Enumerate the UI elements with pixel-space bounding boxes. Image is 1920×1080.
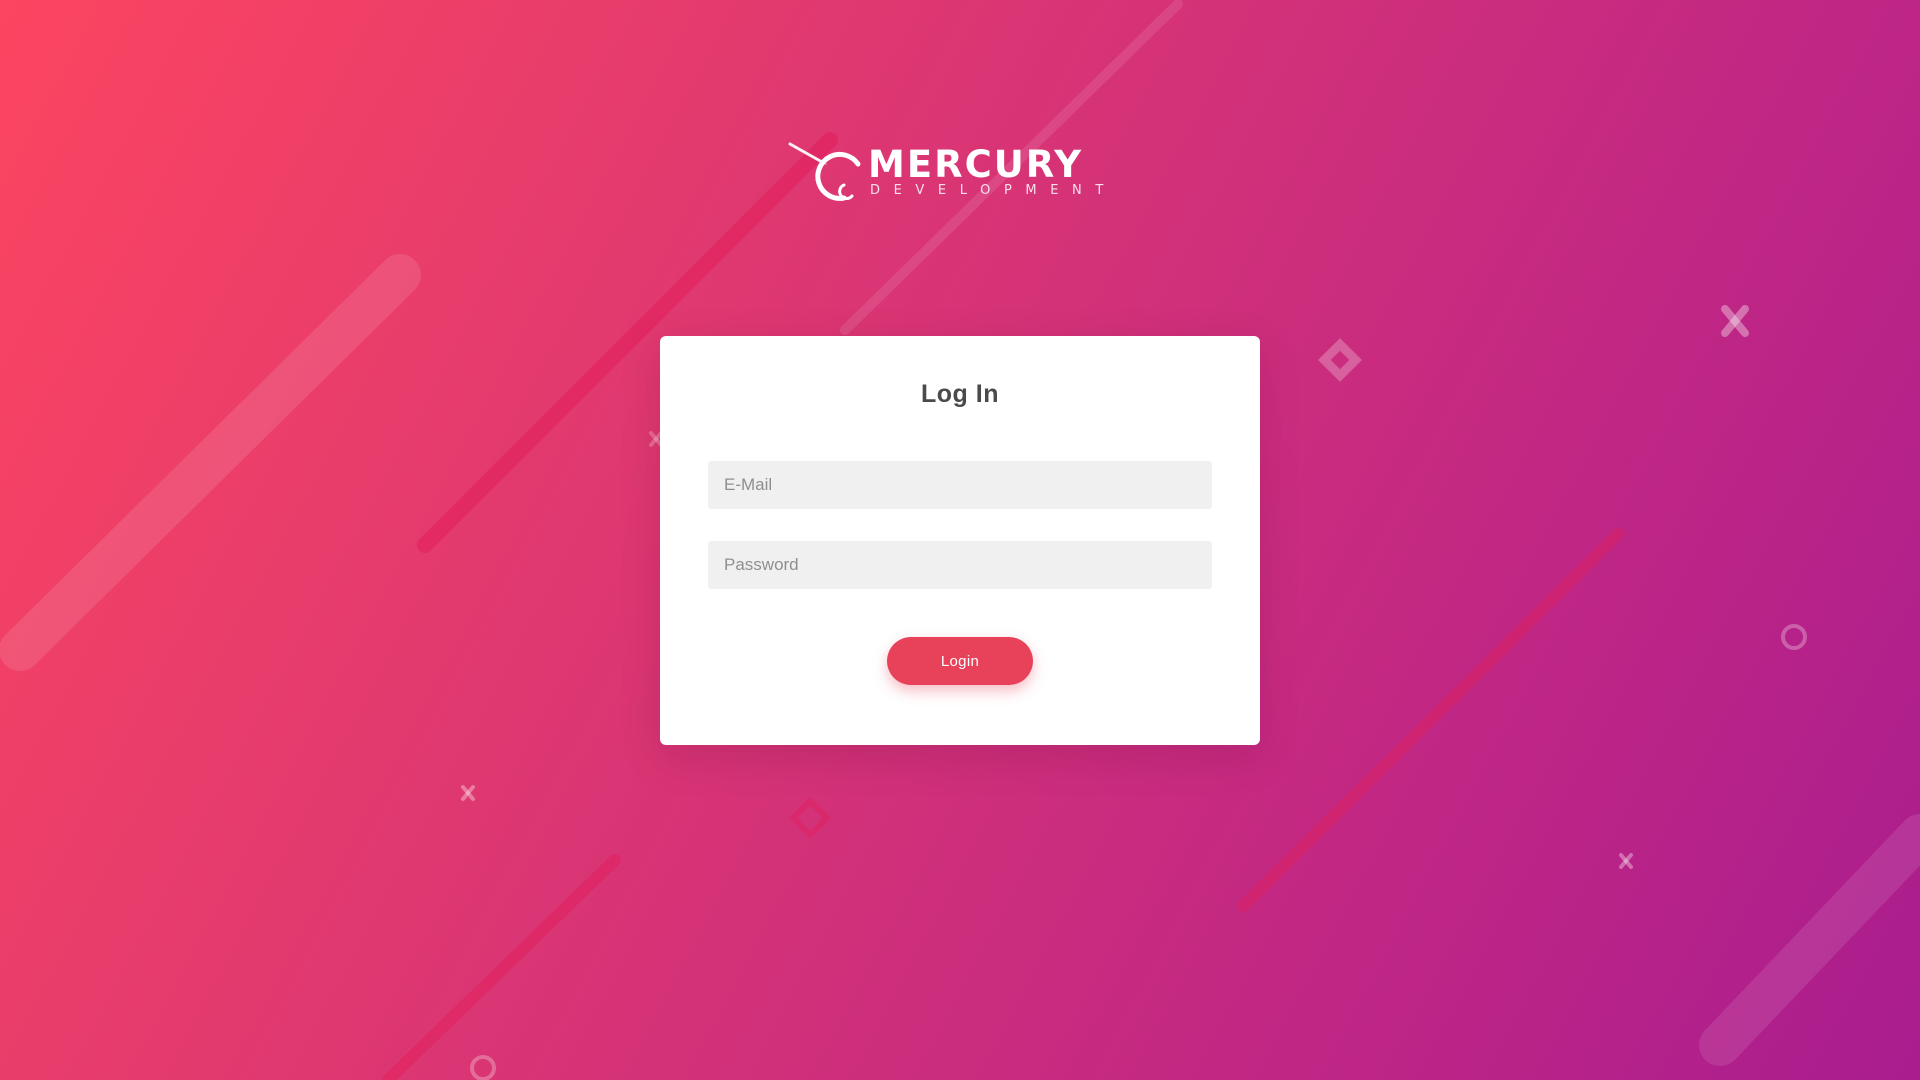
background-stripe — [1237, 528, 1624, 912]
background-stripe — [1699, 814, 1920, 1066]
background-stripe — [0, 254, 421, 671]
ring-icon — [1781, 624, 1807, 650]
diamond-icon — [788, 796, 832, 840]
ring-icon — [470, 1055, 496, 1080]
login-button[interactable]: Login — [887, 637, 1033, 685]
x-mark-icon — [461, 785, 475, 801]
brand-tagline: DEVELOPMENT — [870, 183, 1117, 198]
page-title: Log In — [921, 380, 999, 408]
login-card: Log In Login — [660, 336, 1260, 745]
email-field[interactable] — [708, 461, 1212, 509]
x-mark-icon — [1721, 305, 1749, 337]
diamond-icon — [1318, 338, 1362, 382]
background-stripe — [382, 854, 621, 1080]
brand-logo: MERCURY DEVELOPMENT — [786, 140, 1106, 208]
planet-ring-logo-icon — [788, 142, 861, 201]
password-field[interactable] — [708, 541, 1212, 589]
brand-name: MERCURY — [868, 143, 1084, 186]
x-mark-icon — [1619, 853, 1633, 869]
